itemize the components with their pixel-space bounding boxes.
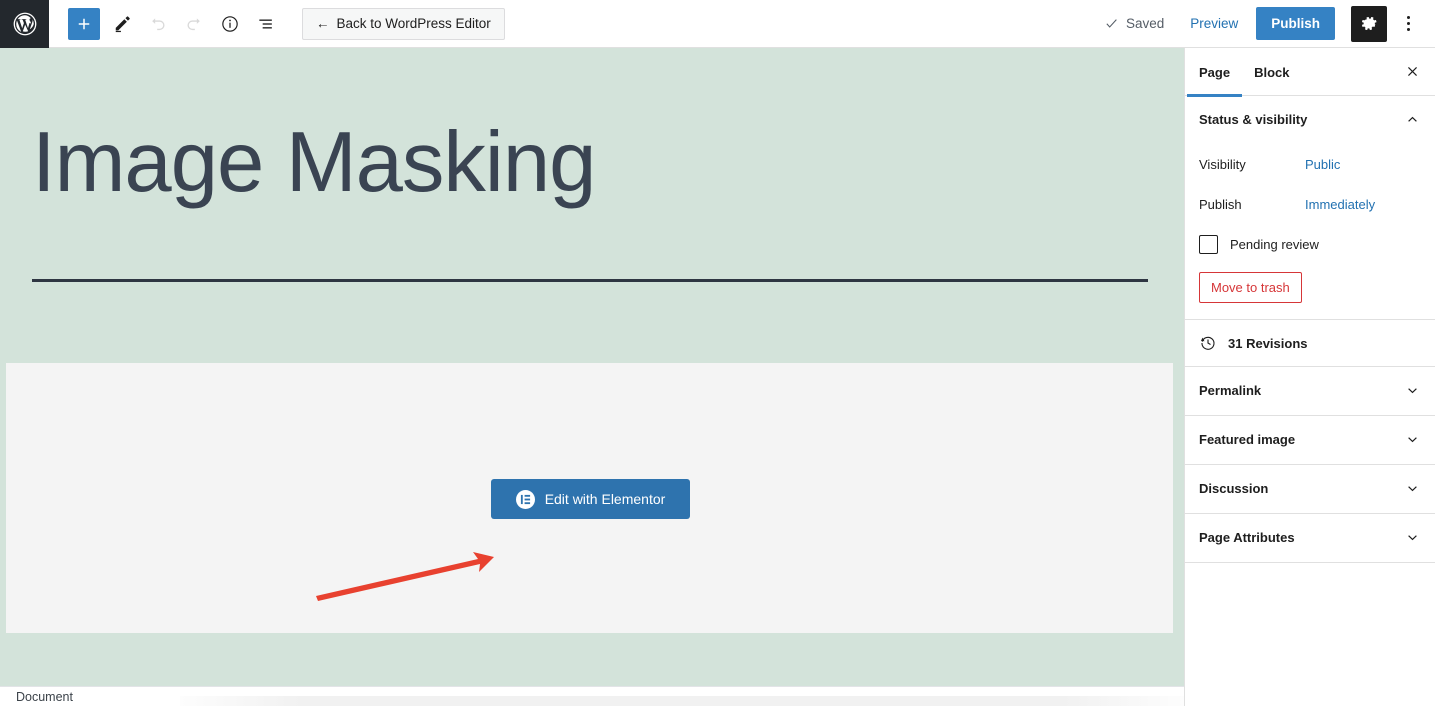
history-clock-icon [1200, 336, 1215, 350]
status-visibility-panel: Status & visibility Visibility Public Pu… [1185, 96, 1435, 320]
permalink-panel: Permalink [1185, 367, 1435, 416]
plus-icon [78, 18, 90, 29]
page-attributes-header[interactable]: Page Attributes [1185, 514, 1435, 562]
pending-review-row: Pending review [1199, 226, 1421, 262]
tab-block[interactable]: Block [1242, 48, 1301, 96]
editor-toolbar: ← Back to WordPress Editor Saved Preview… [0, 0, 1435, 48]
add-block-button[interactable] [68, 7, 100, 40]
check-icon [1106, 19, 1117, 28]
edit-with-elementor-label: Edit with Elementor [544, 491, 666, 507]
undo-button[interactable] [140, 6, 176, 42]
toolbar-left-group: ← Back to WordPress Editor [49, 6, 505, 42]
chevron-down-icon [1408, 486, 1417, 492]
revisions-row[interactable]: 31 Revisions [1185, 320, 1435, 367]
settings-gear-button[interactable] [1351, 5, 1387, 42]
back-to-wordpress-editor-button[interactable]: ← Back to WordPress Editor [302, 7, 505, 40]
chevron-down-icon [1408, 437, 1417, 443]
featured-image-header[interactable]: Featured image [1185, 416, 1435, 464]
page-attributes-panel: Page Attributes [1185, 514, 1435, 563]
discussion-label: Discussion [1199, 481, 1269, 496]
status-visibility-title: Status & visibility [1199, 112, 1308, 127]
publish-value-button[interactable]: Immediately [1305, 197, 1375, 212]
pencil-icon [115, 15, 130, 32]
publish-row: Publish Immediately [1199, 184, 1421, 224]
pending-review-checkbox[interactable] [1199, 234, 1218, 254]
settings-sidebar: Page Block Status & visibility Visibilit… [1184, 48, 1435, 706]
discussion-header[interactable]: Discussion [1185, 465, 1435, 513]
page-title[interactable]: Image Masking [32, 120, 596, 205]
edit-mode-button[interactable] [104, 6, 140, 42]
move-to-trash-button[interactable]: Move to trash [1199, 272, 1302, 303]
visibility-label: Visibility [1199, 156, 1246, 172]
close-icon [1407, 67, 1417, 76]
publish-label: Publish [1199, 196, 1242, 212]
status-visibility-body: Visibility Public Publish Immediately Pe… [1185, 144, 1435, 319]
wordpress-block-editor: ← Back to WordPress Editor Saved Preview… [0, 0, 1435, 706]
tab-page[interactable]: Page [1187, 48, 1243, 97]
page-attributes-label: Page Attributes [1199, 530, 1295, 545]
elementor-placeholder-block[interactable]: Edit with Elementor [6, 363, 1173, 633]
chevron-up-icon [1408, 116, 1417, 122]
revisions-label: 31 Revisions [1228, 335, 1308, 351]
discussion-panel: Discussion [1185, 465, 1435, 514]
permalink-label: Permalink [1199, 383, 1262, 398]
list-view-button[interactable] [248, 6, 284, 42]
horizontal-scrollbar[interactable] [180, 696, 1184, 706]
status-visibility-header[interactable]: Status & visibility [1185, 96, 1435, 144]
redo-button[interactable] [176, 6, 212, 42]
preview-button[interactable]: Preview [1176, 6, 1252, 42]
arrow-left-icon: ← [316, 16, 330, 31]
edit-with-elementor-button[interactable]: Edit with Elementor [491, 479, 690, 519]
wordpress-logo-icon[interactable] [0, 0, 49, 48]
permalink-header[interactable]: Permalink [1185, 367, 1435, 415]
chevron-down-icon [1408, 388, 1417, 394]
publish-button[interactable]: Publish [1256, 7, 1335, 40]
editor-canvas: Image Masking Edit with Elementor [0, 48, 1184, 686]
close-sidebar-button[interactable] [1389, 48, 1435, 95]
featured-image-label: Featured image [1199, 432, 1296, 447]
saved-label: Saved [1125, 16, 1165, 31]
breadcrumb[interactable]: Document [0, 690, 73, 704]
chevron-down-icon [1408, 535, 1417, 541]
list-view-icon [259, 19, 272, 28]
elementor-logo-icon [515, 489, 535, 509]
saved-status: Saved [1092, 16, 1176, 31]
back-button-label: Back to WordPress Editor [336, 16, 491, 31]
title-divider [32, 279, 1148, 282]
featured-image-panel: Featured image [1185, 416, 1435, 465]
toolbar-right-group: Saved Preview Publish [1092, 5, 1435, 42]
pending-review-label: Pending review [1230, 236, 1319, 252]
kebab-menu-icon [1406, 22, 1410, 25]
details-info-button[interactable] [212, 6, 248, 42]
more-options-button[interactable] [1391, 6, 1425, 42]
gear-icon [1361, 16, 1376, 31]
visibility-value-button[interactable]: Public [1305, 157, 1340, 172]
redo-icon [187, 17, 200, 30]
sidebar-tabs: Page Block [1185, 48, 1435, 97]
undo-icon [152, 17, 165, 30]
visibility-row: Visibility Public [1199, 144, 1421, 184]
info-circle-icon [222, 15, 238, 32]
